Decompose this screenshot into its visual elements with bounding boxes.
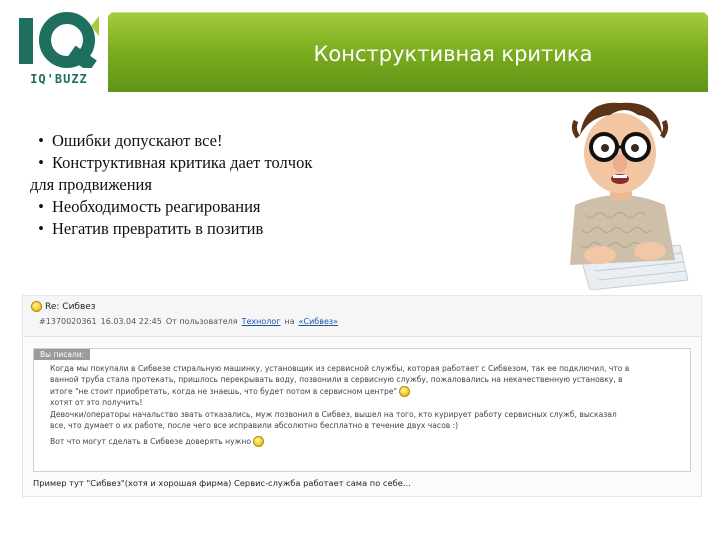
bullet-icon: • xyxy=(38,153,44,172)
quote-line: Когда мы покупали в Сибвезе стиральную м… xyxy=(50,364,630,373)
smiley-icon xyxy=(399,386,411,398)
logo-text: IQ'BUZZ xyxy=(30,72,88,86)
quote-label: Вы писали: xyxy=(34,349,91,360)
quote-block: Вы писали: Когда мы покупали в Сибвезе с… xyxy=(33,348,691,472)
bullet-item: • Ошибки допускают все! xyxy=(30,130,430,152)
bullet-icon: • xyxy=(38,131,44,150)
quote-line: все, что думает о их работе, после чего … xyxy=(50,421,459,431)
logo-iq-graphic xyxy=(19,12,99,68)
bullet-item: • Необходимость реагирования xyxy=(30,196,430,218)
post-subject: Re: Сибвез xyxy=(31,301,96,312)
quote-line: хотят от это получить! xyxy=(50,398,143,408)
bullet-icon: • xyxy=(38,219,44,238)
author-link[interactable]: Технолог xyxy=(242,317,281,326)
bullet-list: • Ошибки допускают все! • Конструктивная к… xyxy=(30,130,430,240)
slide-title: Конструктивная критика xyxy=(313,42,593,66)
bullet-continuation: для продвижения xyxy=(30,175,152,194)
post-meta: #1370020361 16.03.04 22:45 От пользовате… xyxy=(39,317,339,326)
man-with-glasses-photo xyxy=(550,95,690,291)
post-icon xyxy=(31,301,42,312)
quote-text: Когда мы покупали в Сибвезе стиральную м… xyxy=(50,363,684,448)
quote-line-with-smiley: Вот что могут сделать в Сибвезе доверять… xyxy=(50,436,684,448)
smiley-icon xyxy=(253,436,265,448)
thread-link[interactable]: «Сибвез» xyxy=(299,317,338,326)
company-logo: IQ'BUZZ xyxy=(14,10,104,90)
quote-line: ванной труба стала протекать, пришлось п… xyxy=(50,375,623,385)
quote-line: Девочки/операторы начальство звать отказ… xyxy=(50,409,617,419)
reply-text: Пример тут "Сибвез"(хотя и хорошая фирма… xyxy=(33,478,411,488)
quote-line-with-smiley: итоге "не стоит приобретать, когда не зн… xyxy=(50,386,684,398)
slide-title-bar: Конструктивная критика xyxy=(108,12,708,92)
post-header: Re: Сибвез #1370020361 16.03.04 22:45 От… xyxy=(23,296,701,337)
forum-post-screenshot: Re: Сибвез #1370020361 16.03.04 22:45 От… xyxy=(22,295,702,497)
logo-mark xyxy=(14,10,104,70)
bullet-item: • Негатив превратить в позитив xyxy=(30,218,430,240)
bullet-item: • Конструктивная критика дает толчок xyxy=(30,152,430,174)
bullet-icon: • xyxy=(38,197,44,216)
